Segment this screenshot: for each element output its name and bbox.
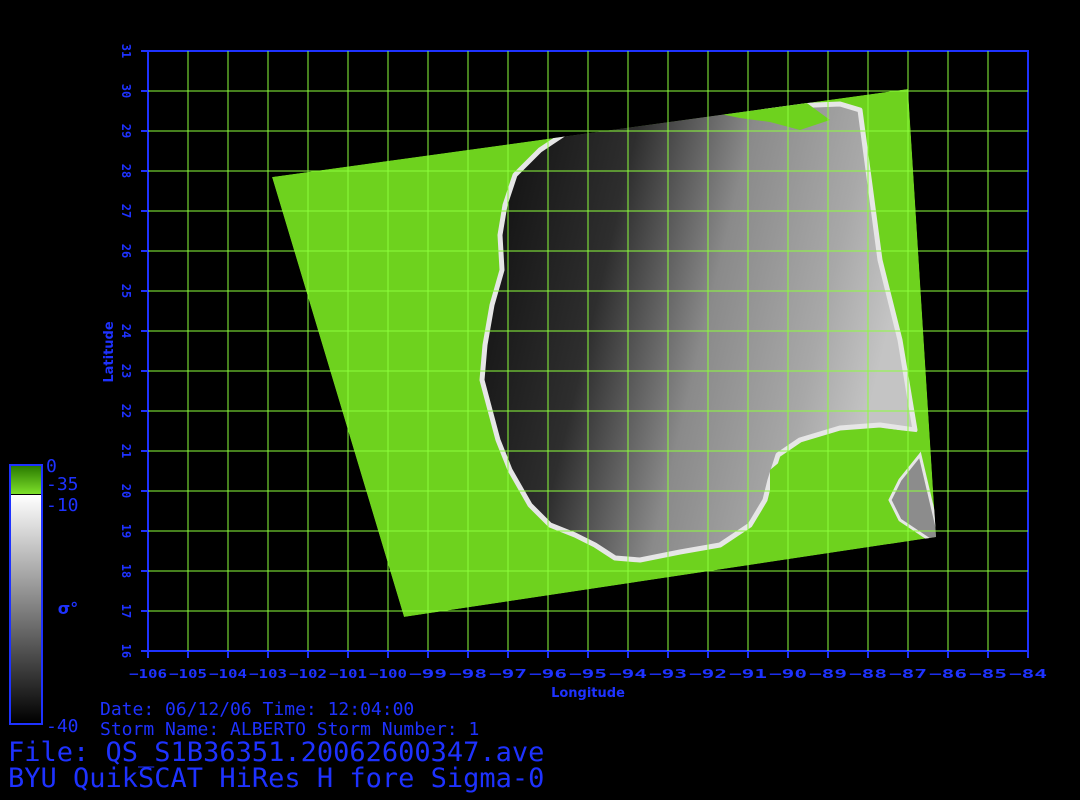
x-tick-label: −86: [929, 667, 967, 681]
y-tick-label: 29: [119, 124, 133, 138]
y-tick-label: 16: [119, 644, 133, 658]
y-tick-label: 19: [119, 524, 133, 538]
y-tick-label: 26: [119, 244, 133, 258]
x-tick-label: −105: [169, 667, 207, 681]
x-tick-label: −102: [289, 667, 327, 681]
swath-image: [272, 89, 936, 617]
map-figure: −106 −105 −104 −103 −102 −101 −100 −99 −98 −97 −96…: [9, 44, 1047, 725]
x-tick-label: −95: [569, 667, 607, 681]
colorbar-ocean-top-label: -10: [46, 495, 79, 516]
y-tick-label: 21: [119, 444, 133, 458]
x-tick-label: −85: [969, 667, 1007, 681]
y-tick-label: 30: [119, 84, 133, 98]
x-tick-label: −100: [369, 667, 407, 681]
x-tick-label: −98: [449, 667, 487, 681]
x-tick-label: −106: [129, 667, 167, 681]
x-tick-label: −97: [489, 667, 527, 681]
x-tick-label: −99: [409, 667, 447, 681]
y-tick-label: 20: [119, 484, 133, 498]
x-tick-label: −84: [1009, 667, 1047, 681]
y-tick-label: 31: [119, 44, 133, 58]
latitude-ticks: 16 17 18 19 20 21 22 23 24 25 26 27 28 29 30 31: [119, 44, 148, 658]
colorbar-sigma-symbol: σ°: [58, 599, 78, 618]
x-tick-label: −96: [529, 667, 567, 681]
y-tick-label: 18: [119, 564, 133, 578]
x-tick-label: −88: [849, 667, 887, 681]
x-tick-label: −101: [329, 667, 367, 681]
product-line: BYU QuikSCAT HiRes H fore Sigma-0: [8, 763, 545, 794]
x-tick-label: −94: [609, 667, 647, 681]
y-axis-label: Latitude: [102, 321, 117, 383]
date-time-line: Date: 06/12/06 Time: 12:04:00: [100, 699, 415, 720]
colorbar-land-bottom-label: -35: [46, 474, 79, 495]
y-tick-label: 25: [119, 284, 133, 298]
x-tick-label: −89: [809, 667, 847, 681]
x-axis-label: Longitude: [551, 686, 625, 701]
y-tick-label: 28: [119, 164, 133, 178]
y-tick-label: 24: [119, 324, 133, 338]
x-tick-label: −93: [649, 667, 687, 681]
x-tick-label: −104: [209, 667, 247, 681]
colorbar-sigma-segment: [11, 495, 41, 723]
x-tick-label: −87: [889, 667, 927, 681]
x-tick-label: −91: [729, 667, 767, 681]
x-tick-label: −92: [689, 667, 727, 681]
x-tick-label: −90: [769, 667, 807, 681]
y-tick-label: 27: [119, 204, 133, 218]
x-tick-label: −103: [249, 667, 287, 681]
longitude-ticks: −106 −105 −104 −103 −102 −101 −100 −99 −98 −97 −96…: [129, 651, 1047, 681]
colorbar-ocean-bottom-label: -40: [46, 716, 79, 737]
y-tick-label: 17: [119, 604, 133, 618]
y-tick-label: 22: [119, 404, 133, 418]
y-tick-label: 23: [119, 364, 133, 378]
colorbar-land-segment: [11, 466, 41, 494]
